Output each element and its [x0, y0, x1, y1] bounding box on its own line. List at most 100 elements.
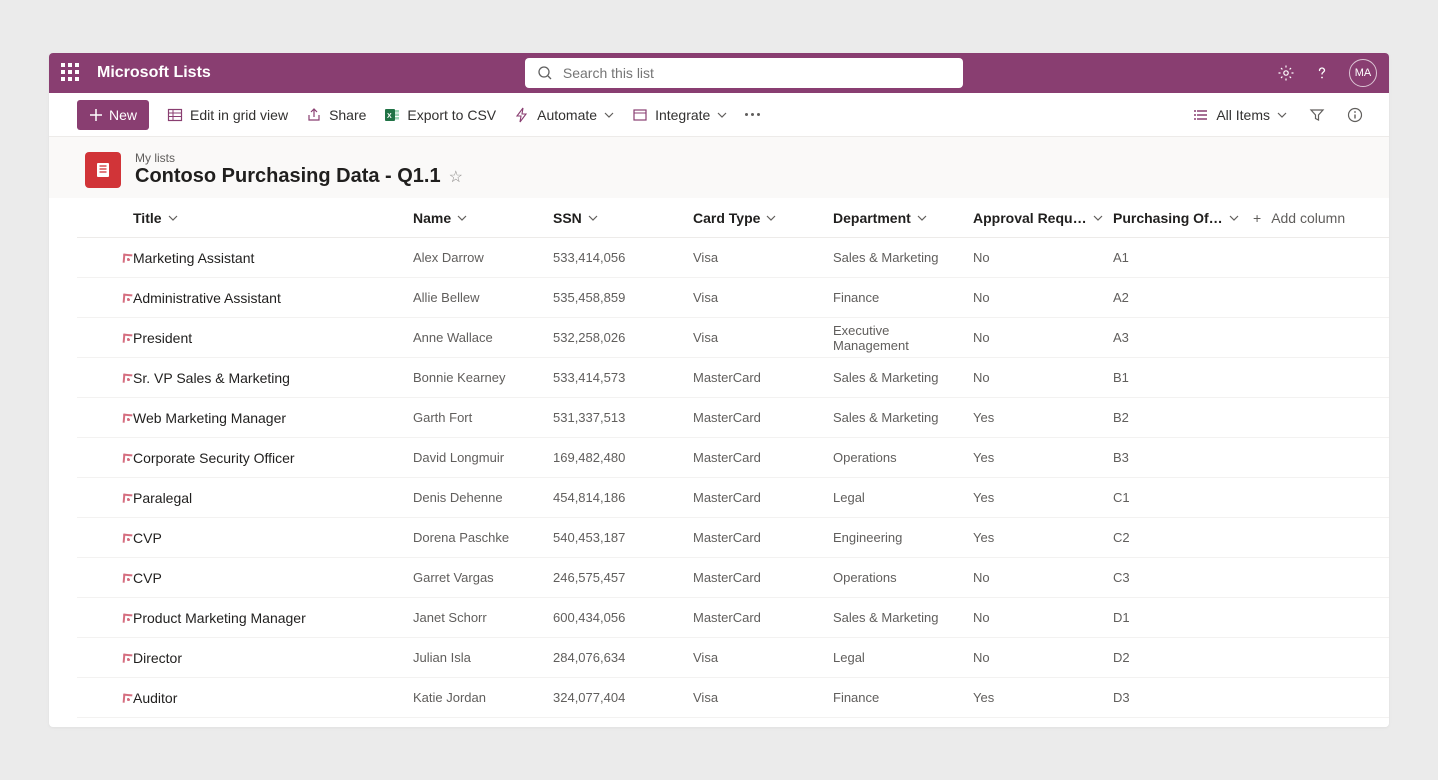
cell-name: Julian Isla — [413, 650, 553, 665]
cell-title[interactable]: CVP — [133, 570, 413, 586]
table-row[interactable]: Paralegal Denis Dehenne 454,814,186 Mast… — [77, 478, 1389, 518]
cell-card: MasterCard — [693, 410, 833, 425]
cell-card: MasterCard — [693, 610, 833, 625]
table-row[interactable]: Administrative Assistant Allie Bellew 53… — [77, 278, 1389, 318]
automate-button[interactable]: Automate — [514, 100, 614, 130]
more-commands-button[interactable] — [745, 113, 761, 116]
cell-approval: No — [973, 370, 1113, 385]
cell-approval: Yes — [973, 450, 1113, 465]
cell-title[interactable]: Corporate Security Officer — [133, 450, 413, 466]
cell-title[interactable]: Paralegal — [133, 490, 413, 506]
cell-name: Denis Dehenne — [413, 490, 553, 505]
cell-card: MasterCard — [693, 450, 833, 465]
col-card-type[interactable]: Card Type — [693, 210, 833, 226]
cell-name: Dorena Paschke — [413, 530, 553, 545]
cell-card: Visa — [693, 330, 833, 345]
help-icon[interactable] — [1313, 64, 1331, 82]
cell-dept: Operations — [833, 450, 973, 465]
list-view-icon — [1193, 107, 1209, 123]
cell-card: MasterCard — [693, 530, 833, 545]
cell-po: C2 — [1113, 530, 1253, 545]
cell-name: Katie Jordan — [413, 690, 553, 705]
cell-ssn: 532,258,026 — [553, 330, 693, 345]
table-row[interactable]: CVP Dorena Paschke 540,453,187 MasterCar… — [77, 518, 1389, 558]
cell-title[interactable]: President — [133, 330, 413, 346]
cell-title[interactable]: Administrative Assistant — [133, 290, 413, 306]
cell-dept: Sales & Marketing — [833, 610, 973, 625]
cell-ssn: 246,575,457 — [553, 570, 693, 585]
col-approval[interactable]: Approval Requ… — [973, 210, 1113, 226]
cell-approval: Yes — [973, 410, 1113, 425]
cell-approval: Yes — [973, 690, 1113, 705]
cell-dept: Sales & Marketing — [833, 410, 973, 425]
export-button[interactable]: X Export to CSV — [384, 100, 496, 130]
settings-icon[interactable] — [1277, 64, 1295, 82]
col-purchasing[interactable]: Purchasing Of… — [1113, 210, 1253, 226]
col-name[interactable]: Name — [413, 210, 553, 226]
cell-approval: No — [973, 330, 1113, 345]
edit-grid-button[interactable]: Edit in grid view — [167, 100, 288, 130]
col-ssn[interactable]: SSN — [553, 210, 693, 226]
grid-icon — [167, 107, 183, 123]
new-button[interactable]: New — [77, 100, 149, 130]
cell-card: Visa — [693, 690, 833, 705]
search-input[interactable] — [563, 65, 951, 81]
cell-title[interactable]: CVP — [133, 530, 413, 546]
cell-name: Alex Darrow — [413, 250, 553, 265]
table-row[interactable]: CVP Garret Vargas 246,575,457 MasterCard… — [77, 558, 1389, 598]
page-title: Contoso Purchasing Data - Q1.1 — [135, 165, 441, 188]
table-row[interactable]: Corporate Security Officer David Longmui… — [77, 438, 1389, 478]
new-label: New — [109, 107, 137, 123]
cell-ssn: 535,458,859 — [553, 290, 693, 305]
table-row[interactable]: Web Marketing Manager Garth Fort 531,337… — [77, 398, 1389, 438]
cell-title[interactable]: Auditor — [133, 690, 413, 706]
table-row[interactable]: Director Julian Isla 284,076,634 Visa Le… — [77, 638, 1389, 678]
cell-card: MasterCard — [693, 570, 833, 585]
share-button[interactable]: Share — [306, 100, 366, 130]
view-name-label: All Items — [1216, 107, 1270, 123]
cell-po: A2 — [1113, 290, 1253, 305]
cell-ssn: 324,077,404 — [553, 690, 693, 705]
cell-title[interactable]: Product Marketing Manager — [133, 610, 413, 626]
info-icon — [1347, 107, 1363, 123]
cell-title[interactable]: Web Marketing Manager — [133, 410, 413, 426]
filter-button[interactable] — [1309, 100, 1325, 130]
edit-grid-label: Edit in grid view — [190, 107, 288, 123]
col-title[interactable]: Title — [133, 210, 413, 226]
cell-ssn: 454,814,186 — [553, 490, 693, 505]
table-row[interactable]: Sr. VP Sales & Marketing Bonnie Kearney … — [77, 358, 1389, 398]
cell-title[interactable]: Director — [133, 650, 413, 666]
table-row[interactable]: Marketing Assistant Alex Darrow 533,414,… — [77, 238, 1389, 278]
command-bar: New Edit in grid view Share X Export to … — [49, 93, 1389, 137]
cell-approval: No — [973, 650, 1113, 665]
integrate-button[interactable]: Integrate — [632, 100, 727, 130]
table-header-row: Title Name SSN Card Type Department Appr… — [77, 198, 1389, 238]
share-icon — [306, 107, 322, 123]
cell-title[interactable]: Marketing Assistant — [133, 250, 413, 266]
table-row[interactable]: Auditor Katie Jordan 324,077,404 Visa Fi… — [77, 678, 1389, 718]
table-row[interactable]: Product Marketing Manager Janet Schorr 6… — [77, 598, 1389, 638]
cell-dept: Legal — [833, 490, 973, 505]
search-box[interactable] — [525, 58, 963, 88]
view-selector[interactable]: All Items — [1193, 100, 1287, 130]
favorite-star-icon[interactable]: ☆ — [449, 167, 463, 187]
cell-ssn: 531,337,513 — [553, 410, 693, 425]
col-department[interactable]: Department — [833, 210, 973, 226]
cell-title[interactable]: Sr. VP Sales & Marketing — [133, 370, 413, 386]
add-column-button[interactable]: +Add column — [1253, 210, 1389, 226]
cell-card: Visa — [693, 250, 833, 265]
cell-dept: Legal — [833, 650, 973, 665]
avatar[interactable]: MA — [1349, 59, 1377, 87]
cell-card: Visa — [693, 290, 833, 305]
cell-po: B1 — [1113, 370, 1253, 385]
integrate-icon — [632, 107, 648, 123]
info-button[interactable] — [1347, 100, 1363, 130]
table-row[interactable]: President Anne Wallace 532,258,026 Visa … — [77, 318, 1389, 358]
chevron-down-icon — [168, 213, 178, 223]
breadcrumb[interactable]: My lists — [135, 151, 463, 165]
cell-po: A3 — [1113, 330, 1253, 345]
filter-icon — [1309, 107, 1325, 123]
cell-ssn: 284,076,634 — [553, 650, 693, 665]
app-launcher-icon[interactable] — [61, 63, 81, 83]
cell-dept: Sales & Marketing — [833, 250, 973, 265]
